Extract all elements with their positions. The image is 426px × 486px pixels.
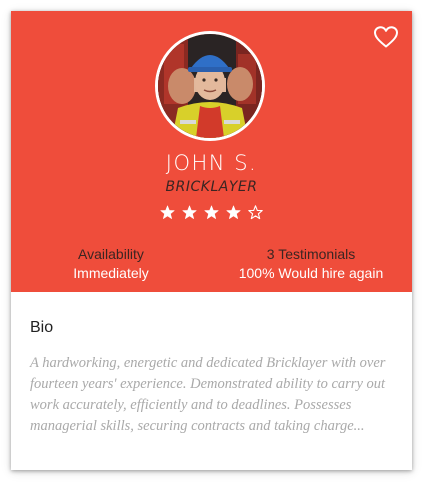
- star-outline-icon: [248, 205, 263, 220]
- star-filled-icon: [160, 205, 175, 219]
- availability-value: Immediately: [73, 265, 149, 281]
- avatar: [155, 31, 265, 141]
- profile-name: JOHN S.: [165, 151, 258, 175]
- hire-again-value: 100% Would hire again: [238, 265, 384, 281]
- profile-role: BRICKLAYER: [165, 179, 258, 195]
- bio-title: Bio: [30, 319, 54, 336]
- bio-text: A hardworking, energetic and dedicated B…: [30, 355, 386, 434]
- profile-card: JOHN S. BRICKLAYER Availability Immediat…: [11, 11, 412, 470]
- availability-label: Availability: [78, 246, 144, 262]
- testimonials-stat[interactable]: 3 Testimonials 100% Would hire again: [211, 245, 411, 283]
- avatar-photo: [158, 34, 262, 138]
- star-filled-icon: [182, 205, 197, 219]
- availability-stat: Availability Immediately: [11, 245, 211, 283]
- profile-header: JOHN S. BRICKLAYER Availability Immediat…: [11, 11, 412, 292]
- rating-stars: [11, 205, 412, 220]
- star-filled-icon: [204, 205, 219, 219]
- star-filled-icon: [226, 205, 241, 219]
- testimonials-label[interactable]: 3 Testimonials: [211, 245, 411, 264]
- heart-icon[interactable]: [373, 25, 399, 49]
